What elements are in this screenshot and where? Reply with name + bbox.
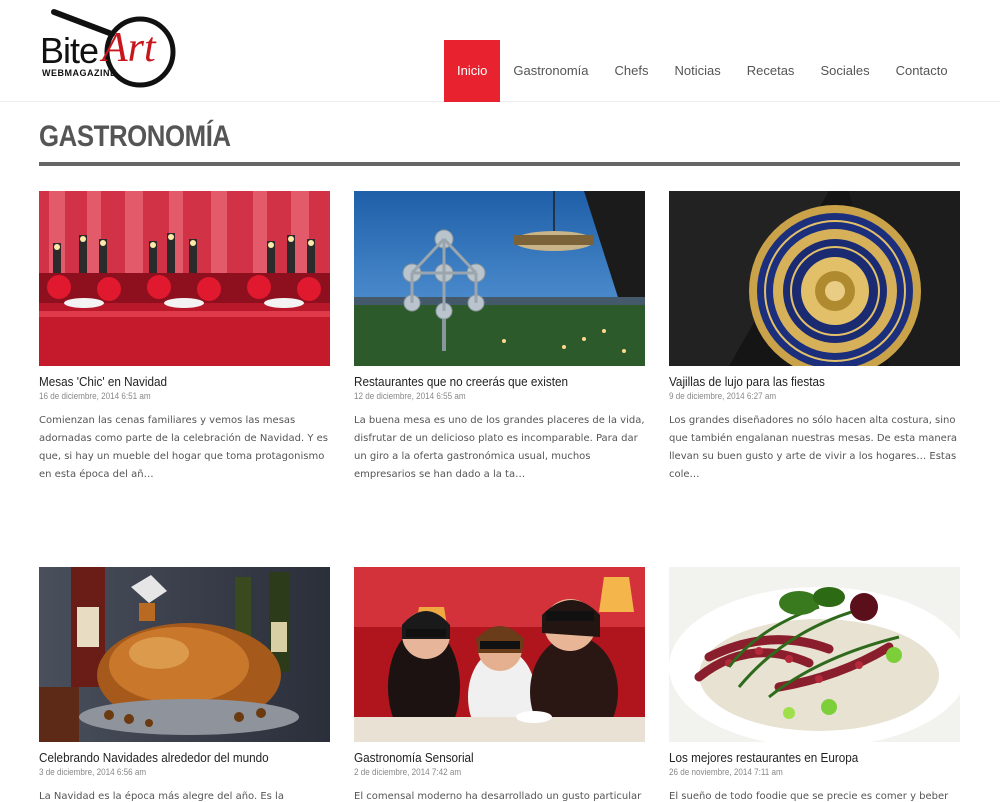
post-excerpt: La buena mesa es uno de los grandes plac… [354,415,645,480]
post-date: 3 de diciembre, 2014 6:56 am [39,767,147,777]
post-date: 9 de diciembre, 2014 6:27 am [669,391,777,401]
page-title: GASTRONOMÍA [39,120,231,153]
post-card: Gastronomía Sensorial 2 de diciembre, 20… [354,567,645,802]
logo-tagline: WEBMAGAZINE [42,68,117,78]
post-card: Los mejores restaurantes en Europa 26 de… [669,567,960,802]
post-excerpt: Los grandes diseñadores no sólo hacen al… [669,415,958,480]
post-date: 12 de diciembre, 2014 6:55 am [354,391,466,401]
logo-text-bite: Bite [40,30,99,71]
post-excerpt: El sueño de todo foodie que se precie es… [669,791,949,802]
post-excerpt: El comensal moderno ha desarrollado un g… [354,791,642,802]
post-excerpt: La Navidad es la época más alegre del añ… [39,791,284,802]
post-thumbnail-atomium-dinner[interactable] [354,191,645,366]
site-logo[interactable]: Bite Art WEBMAGAZINE [40,8,180,90]
post-thumbnail-blindfold-dining[interactable] [354,567,645,742]
post-excerpt: Comienzan las cenas familiares y vemos l… [39,415,329,480]
logo-text-art: Art [102,25,156,71]
post-title[interactable]: Gastronomía Sensorial [354,750,616,765]
post-title[interactable]: Mesas 'Chic' en Navidad [39,374,301,389]
nav-item-gastronomia[interactable]: Gastronomía [500,40,601,102]
post-thumbnail-christmas-table[interactable] [39,191,330,366]
post-date: 2 de diciembre, 2014 7:42 am [354,767,462,777]
title-divider [39,162,960,166]
post-title[interactable]: Vajillas de lujo para las fiestas [669,374,931,389]
post-thumbnail-versace-plate[interactable] [669,191,960,366]
nav-item-noticias[interactable]: Noticias [661,40,733,102]
post-title[interactable]: Restaurantes que no creerás que existen [354,374,616,389]
post-date: 16 de diciembre, 2014 6:51 am [39,391,151,401]
post-date: 26 de noviembre, 2014 7:11 am [669,767,783,777]
post-thumbnail-roast-turkey[interactable] [39,567,330,742]
post-card: Vajillas de lujo para las fiestas 9 de d… [669,191,960,484]
nav-item-chefs[interactable]: Chefs [602,40,662,102]
nav-item-sociales[interactable]: Sociales [807,40,882,102]
post-card: Mesas 'Chic' en Navidad 16 de diciembre,… [39,191,330,484]
nav-item-contacto[interactable]: Contacto [883,40,961,102]
post-card: Celebrando Navidades alrededor del mundo… [39,567,330,802]
post-title[interactable]: Los mejores restaurantes en Europa [669,750,931,765]
post-title[interactable]: Celebrando Navidades alrededor del mundo [39,750,301,765]
site-header: Bite Art WEBMAGAZINE Inicio Gastronomía … [0,0,1000,102]
post-card: Restaurantes que no creerás que existen … [354,191,645,484]
main-nav: Inicio Gastronomía Chefs Noticias Receta… [444,40,961,102]
nav-item-inicio[interactable]: Inicio [444,40,501,102]
post-thumbnail-octopus-dish[interactable] [669,567,960,742]
nav-item-recetas[interactable]: Recetas [734,40,808,102]
